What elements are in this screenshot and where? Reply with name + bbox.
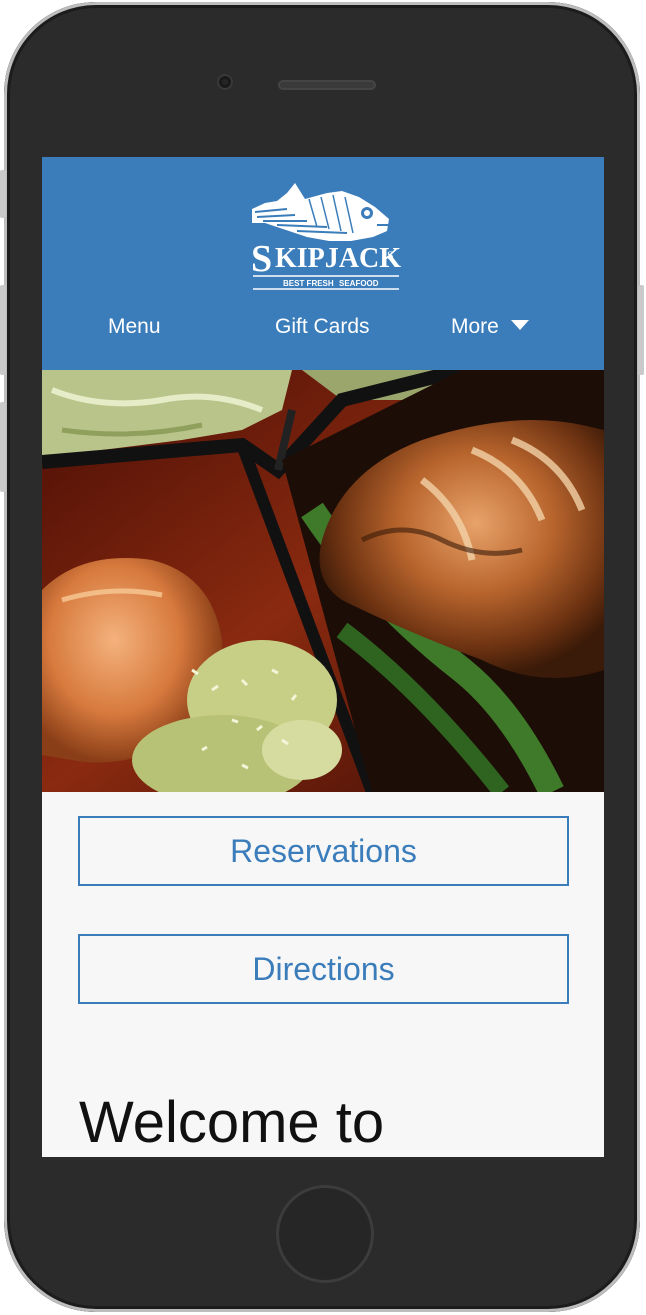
home-button[interactable] bbox=[276, 1185, 374, 1283]
caret-down-icon bbox=[510, 320, 529, 331]
svg-text:S: S bbox=[387, 248, 394, 262]
directions-label: Directions bbox=[252, 951, 395, 987]
nav-gift-cards[interactable]: Gift Cards bbox=[275, 315, 370, 339]
nav-menu[interactable]: Menu bbox=[108, 315, 161, 339]
mute-switch bbox=[0, 170, 6, 218]
phone-screen: S KIPJACK S BEST FRESH SEAFOOD Menu Gift… bbox=[42, 157, 604, 1157]
svg-text:KIPJACK: KIPJACK bbox=[275, 243, 401, 274]
reservations-button[interactable]: Reservations bbox=[78, 816, 569, 886]
earpiece-speaker bbox=[278, 80, 376, 90]
volume-up-button bbox=[0, 285, 6, 375]
directions-button[interactable]: Directions bbox=[78, 934, 569, 1004]
nav-more-label: More bbox=[451, 315, 499, 338]
welcome-heading: Welcome to bbox=[79, 1090, 385, 1155]
front-camera bbox=[217, 74, 233, 90]
nav-menu-label: Menu bbox=[108, 315, 161, 338]
svg-text:SEAFOOD: SEAFOOD bbox=[339, 279, 379, 288]
skipjacks-logo[interactable]: S KIPJACK S BEST FRESH SEAFOOD bbox=[247, 179, 407, 294]
nav-more-dropdown[interactable]: More bbox=[451, 315, 529, 339]
hero-food-image bbox=[42, 370, 604, 792]
svg-text:S: S bbox=[251, 238, 272, 280]
svg-text:BEST FRESH: BEST FRESH bbox=[283, 279, 334, 288]
nav-gift-cards-label: Gift Cards bbox=[275, 315, 370, 338]
power-button bbox=[638, 285, 644, 375]
reservations-label: Reservations bbox=[230, 833, 417, 869]
site-header: S KIPJACK S BEST FRESH SEAFOOD Menu Gift… bbox=[42, 157, 604, 370]
volume-down-button bbox=[0, 402, 6, 492]
